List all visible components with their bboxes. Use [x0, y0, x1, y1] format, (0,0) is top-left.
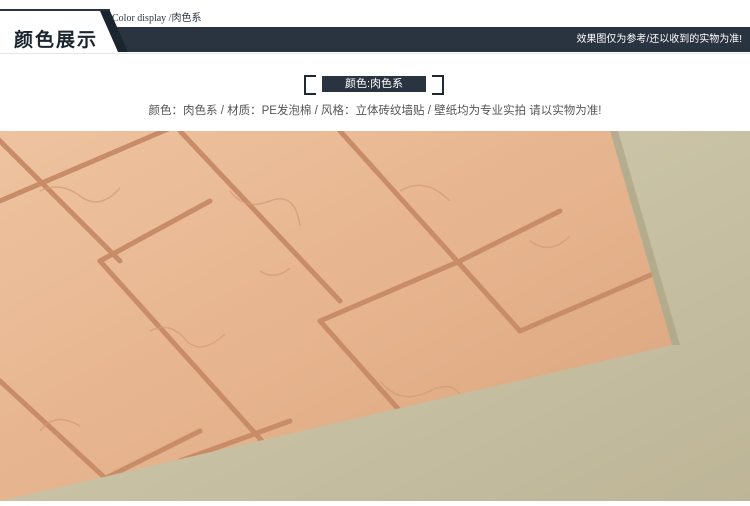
section-header: Color display /肉色系 颜色展示 效果图仅为参考/还以收到的实物为… — [0, 0, 750, 56]
header-title: 颜色展示 — [14, 30, 99, 51]
color-label-tag: 颜色:肉色系 — [304, 75, 444, 95]
header-disclaimer: 效果图仅为参考/还以收到的实物为准! — [576, 34, 742, 45]
product-photo — [0, 131, 750, 501]
bracket-right-icon — [432, 75, 444, 95]
product-description: 颜色：肉色系 / 材质：PE发泡棉 / 风格：立体砖纹墙贴 / 壁纸均为专业实拍… — [148, 105, 602, 117]
brick-wallpaper-image — [0, 131, 750, 501]
bracket-left-icon — [304, 75, 316, 95]
color-label-text: 颜色:肉色系 — [322, 76, 426, 92]
header-subtitle: Color display /肉色系 — [112, 13, 202, 24]
